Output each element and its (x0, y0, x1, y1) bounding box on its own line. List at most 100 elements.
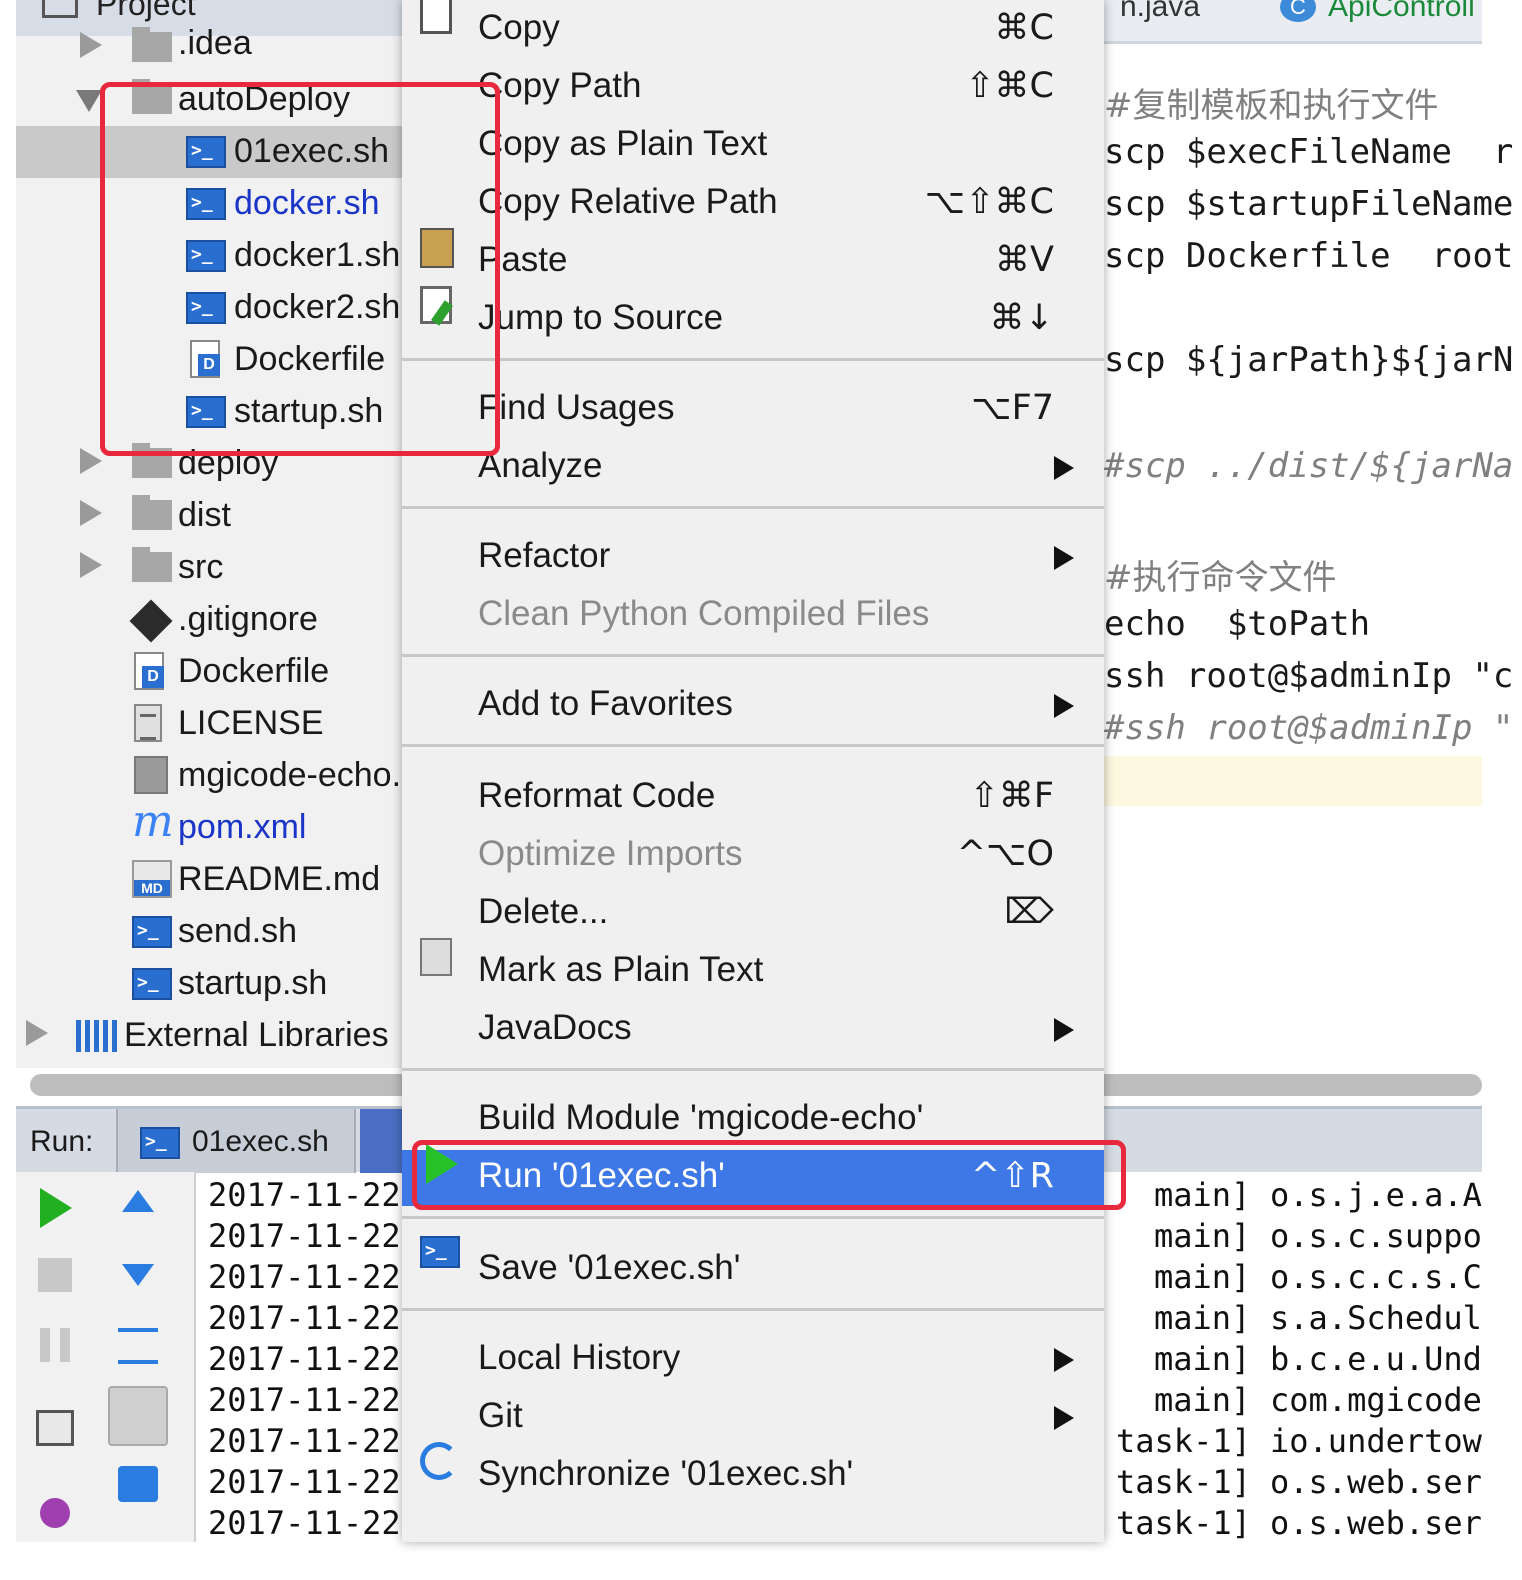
scroll-to-end-icon[interactable] (108, 1386, 168, 1446)
log-logger: o.s.j.e.a.A (1270, 1176, 1482, 1214)
menu-item-delete[interactable]: Delete... ⌦ (402, 886, 1104, 942)
collapse-arrow-icon[interactable] (76, 90, 102, 112)
log-date: 2017-11-22 (208, 1463, 401, 1501)
pin-icon[interactable] (40, 1498, 70, 1528)
menu-item-label: Copy as Plain Text (478, 124, 768, 163)
log-date: 2017-11-22 (208, 1422, 401, 1460)
tree-item-dist[interactable]: dist (16, 490, 416, 542)
menu-item-local-history[interactable]: Local History (402, 1332, 1104, 1388)
context-menu: Copy ⌘C Copy Path ⇧⌘C Copy as Plain Text… (402, 0, 1104, 1542)
code-line: #执行命令文件 (1104, 558, 1337, 598)
tree-item-dockerfile-root[interactable]: D Dockerfile (16, 646, 416, 698)
code-line: #scp ../dist/${jarNa (1104, 446, 1514, 486)
menu-separator (402, 1308, 1104, 1311)
menu-separator (402, 654, 1104, 657)
code-line: #复制模板和执行文件 (1104, 86, 1439, 126)
expand-arrow-icon[interactable] (80, 552, 102, 578)
down-arrow-icon[interactable] (122, 1264, 154, 1286)
up-arrow-icon[interactable] (122, 1190, 154, 1212)
menu-item-label: Reformat Code (478, 776, 716, 815)
tree-item-send-sh[interactable]: send.sh (16, 906, 416, 958)
layout-icon[interactable] (36, 1410, 74, 1446)
editor-tab-apicontroller[interactable]: ApiControll (1328, 0, 1475, 24)
log-thread: task-1] (1116, 1463, 1251, 1501)
tree-item-label: External Libraries (124, 1016, 389, 1054)
print-icon[interactable] (118, 1466, 158, 1502)
git-icon (129, 599, 173, 643)
menu-item-label: Find Usages (478, 388, 675, 427)
menu-item-label: Build Module 'mgicode-echo' (478, 1098, 924, 1137)
log-thread: main] (1154, 1381, 1251, 1419)
run-toolbar (16, 1172, 196, 1542)
menu-item-copy-path[interactable]: Copy Path ⇧⌘C (402, 60, 1104, 116)
menu-item-javadocs[interactable]: JavaDocs (402, 1002, 1104, 1058)
log-date: 2017-11-22 (208, 1381, 401, 1419)
menu-item-copy-relative-path[interactable]: Copy Relative Path ⌥⇧⌘C (402, 176, 1104, 232)
tree-item-readme[interactable]: MD README.md (16, 854, 416, 906)
menu-item-label: Refactor (478, 536, 611, 575)
menu-item-shortcut: ⌦ (1004, 892, 1055, 932)
run-tab-label: 01exec.sh (192, 1125, 329, 1158)
expand-arrow-icon[interactable] (80, 448, 102, 474)
soft-wrap-icon[interactable] (118, 1328, 158, 1364)
menu-item-jump-to-source[interactable]: Jump to Source ⌘↓ (402, 286, 1104, 348)
menu-item-refactor[interactable]: Refactor (402, 530, 1104, 586)
log-logger: o.s.web.ser (1270, 1504, 1482, 1542)
tree-item-idea[interactable]: .idea (16, 22, 416, 74)
menu-item-paste[interactable]: Paste ⌘V (402, 228, 1104, 290)
libraries-icon (76, 1020, 118, 1052)
menu-item-find-usages[interactable]: Find Usages ⌥F7 (402, 382, 1104, 438)
expand-arrow-icon[interactable] (80, 500, 102, 526)
project-icon (42, 0, 78, 18)
submenu-arrow-icon (1054, 1018, 1074, 1042)
stop-icon[interactable] (38, 1258, 72, 1292)
menu-item-label: Copy (478, 8, 560, 47)
tree-item-external-libraries[interactable]: External Libraries (16, 1010, 416, 1062)
menu-item-add-to-favorites[interactable]: Add to Favorites (402, 678, 1104, 734)
log-thread: task-1] (1116, 1504, 1251, 1542)
tree-item-startup-sh-root[interactable]: startup.sh (16, 958, 416, 1010)
pause-icon[interactable] (40, 1328, 70, 1362)
code-line: scp Dockerfile root (1104, 236, 1514, 276)
menu-item-shortcut: ⌥⇧⌘C (924, 182, 1054, 222)
maven-icon: m (132, 796, 174, 847)
tree-item-license[interactable]: LICENSE (16, 698, 416, 750)
log-logger: com.mgicode (1270, 1381, 1482, 1419)
rerun-icon[interactable] (40, 1188, 72, 1228)
log-thread: main] (1154, 1217, 1251, 1255)
code-line: scp ${jarPath}${jarN (1104, 340, 1514, 380)
menu-item-copy-plain-text[interactable]: Copy as Plain Text (402, 118, 1104, 174)
menu-item-mark-plain-text[interactable]: Mark as Plain Text (402, 938, 1104, 1000)
menu-item-synchronize[interactable]: Synchronize '01exec.sh' (402, 1442, 1104, 1504)
menu-item-analyze[interactable]: Analyze (402, 440, 1104, 496)
menu-item-copy[interactable]: Copy ⌘C (402, 0, 1104, 58)
tree-item-label: Dockerfile (178, 652, 330, 690)
folder-icon (132, 547, 172, 582)
menu-item-reformat-code[interactable]: Reformat Code ⇧⌘F (402, 770, 1104, 826)
menu-separator (402, 358, 1104, 361)
folder-icon (132, 495, 172, 530)
tree-item-label: pom.xml (178, 808, 307, 846)
expand-arrow-icon[interactable] (80, 32, 102, 58)
menu-item-git[interactable]: Git (402, 1390, 1104, 1446)
menu-item-label: Clean Python Compiled Files (478, 594, 930, 633)
log-logger: o.s.web.ser (1270, 1463, 1482, 1501)
log-thread: task-1] (1116, 1422, 1251, 1460)
tree-item-src[interactable]: src (16, 542, 416, 594)
tree-item-gitignore[interactable]: .gitignore (16, 594, 416, 646)
log-thread: main] (1154, 1299, 1251, 1337)
expand-arrow-icon[interactable] (26, 1020, 48, 1046)
menu-item-label: Optimize Imports (478, 834, 743, 873)
markdown-icon: MD (132, 860, 172, 898)
submenu-arrow-icon (1054, 1348, 1074, 1372)
editor-tab-java[interactable]: n.java (1120, 0, 1200, 24)
tree-item-pom-xml[interactable]: m pom.xml (16, 796, 416, 854)
menu-item-optimize-imports: Optimize Imports ^⌥O (402, 828, 1104, 884)
code-line: scp $execFileName r (1104, 132, 1514, 172)
menu-item-shortcut: ⇧⌘F (969, 776, 1054, 816)
menu-item-save[interactable]: Save '01exec.sh' (402, 1236, 1104, 1298)
run-tab-01exec[interactable]: 01exec.sh (116, 1109, 356, 1173)
code-line: #ssh root@$adminIp " (1104, 708, 1514, 748)
copy-icon (420, 0, 452, 34)
tree-item-iml[interactable]: mgicode-echo.iml (16, 750, 444, 802)
